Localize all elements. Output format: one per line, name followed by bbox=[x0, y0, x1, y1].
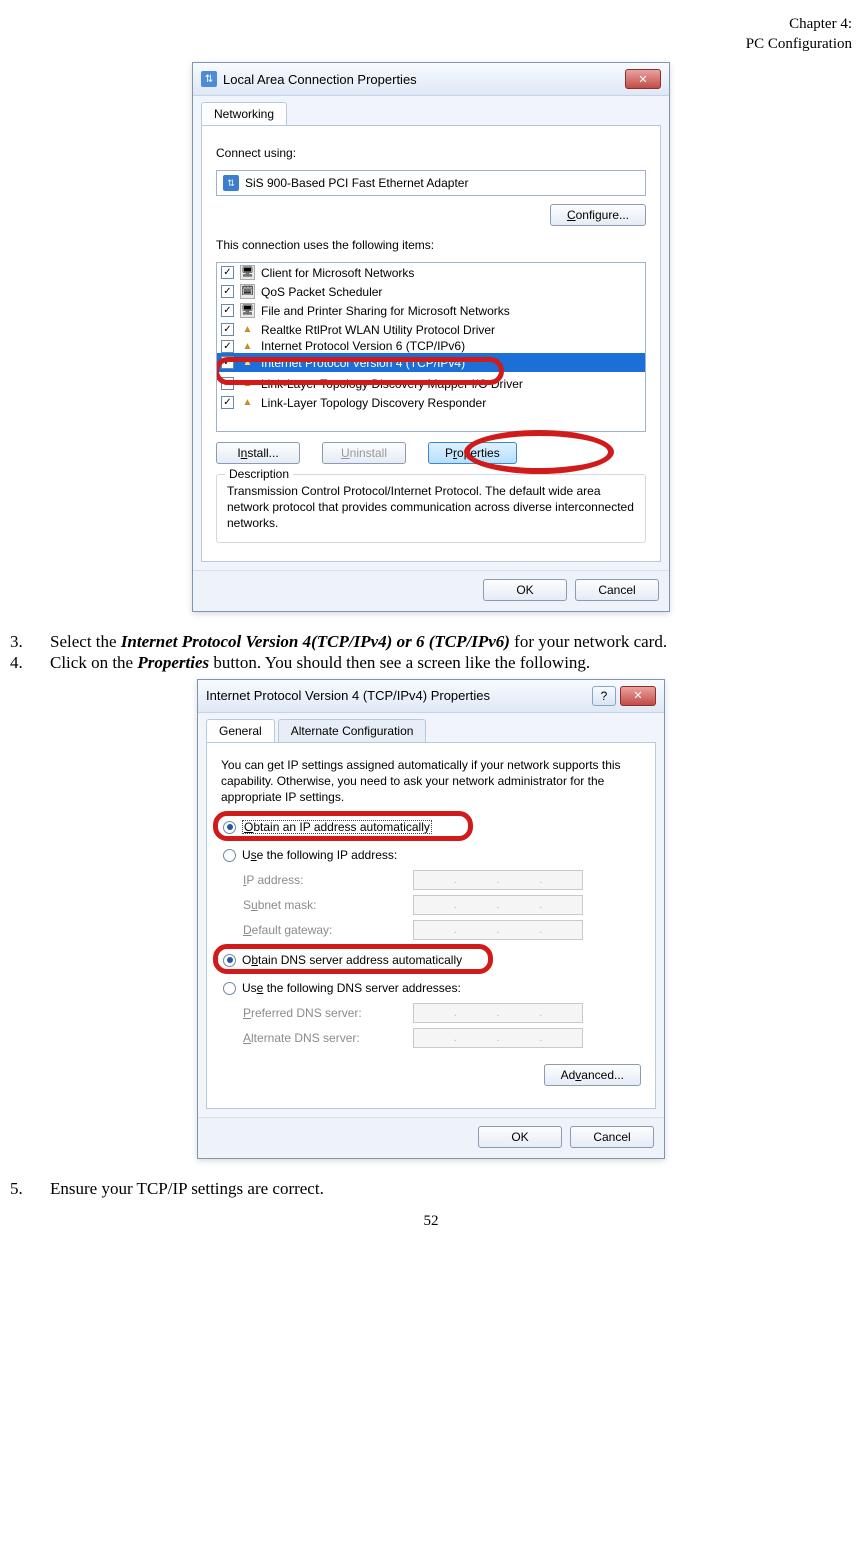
network-icon: ⇅ bbox=[201, 71, 217, 87]
tab-body: Connect using: ⇅ SiS 900-Based PCI Fast … bbox=[201, 125, 661, 562]
checkbox-icon[interactable]: ✓ bbox=[221, 285, 234, 298]
radio-use-dns[interactable]: Use the following DNS server addresses: bbox=[221, 978, 641, 998]
list-item[interactable]: ✓🗓QoS Packet Scheduler bbox=[217, 282, 645, 301]
cancel-button[interactable]: Cancel bbox=[570, 1126, 654, 1148]
checkbox-icon[interactable]: ✓ bbox=[221, 396, 234, 409]
protocol-icon: ▲ bbox=[240, 355, 255, 370]
step-number: 4. bbox=[10, 653, 50, 673]
list-item[interactable]: ✓🖥Client for Microsoft Networks bbox=[217, 263, 645, 282]
adapter-field[interactable]: ⇅ SiS 900-Based PCI Fast Ethernet Adapte… bbox=[216, 170, 646, 196]
tab-general[interactable]: General bbox=[206, 719, 275, 742]
dialog-title: Local Area Connection Properties bbox=[223, 72, 625, 87]
configure-button[interactable]: Configure... bbox=[550, 204, 646, 226]
protocol-icon: ▲ bbox=[240, 322, 255, 337]
ip-field: ... bbox=[413, 1003, 583, 1023]
step-5-text: Ensure your TCP/IP settings are correct. bbox=[50, 1179, 852, 1199]
list-item[interactable]: ✓▲Link-Layer Topology Discovery Mapper I… bbox=[217, 374, 645, 393]
ok-button[interactable]: OK bbox=[483, 579, 567, 601]
step-4-text: Click on the Properties button. You shou… bbox=[50, 653, 852, 673]
description-text: Transmission Control Protocol/Internet P… bbox=[227, 483, 635, 532]
checkbox-icon[interactable]: ✓ bbox=[221, 340, 234, 353]
list-item[interactable]: ✓▲Link-Layer Topology Discovery Responde… bbox=[217, 393, 645, 412]
intro-text: You can get IP settings assigned automat… bbox=[221, 757, 641, 806]
uninstall-button: Uninstall bbox=[322, 442, 406, 464]
titlebar: Internet Protocol Version 4 (TCP/IPv4) P… bbox=[198, 680, 664, 713]
list-item[interactable]: ✓▲Internet Protocol Version 6 (TCP/IPv6) bbox=[217, 339, 645, 353]
fileshare-icon: 🖥 bbox=[240, 303, 255, 318]
lan-properties-dialog: ⇅ Local Area Connection Properties ✕ Net… bbox=[192, 62, 670, 612]
description-label: Description bbox=[225, 467, 293, 481]
header-line-1: Chapter 4: bbox=[10, 15, 852, 35]
subnet-mask-row: Subnet mask:... bbox=[243, 895, 641, 915]
step-3-text: Select the Internet Protocol Version 4(T… bbox=[50, 632, 852, 652]
radio-icon bbox=[223, 982, 236, 995]
radio-icon bbox=[223, 821, 236, 834]
step-number: 3. bbox=[10, 632, 50, 652]
ip-field: ... bbox=[413, 1028, 583, 1048]
checkbox-icon[interactable]: ✓ bbox=[221, 323, 234, 336]
close-button[interactable]: ✕ bbox=[620, 686, 656, 706]
ip-field: ... bbox=[413, 920, 583, 940]
instruction-list: 5. Ensure your TCP/IP settings are corre… bbox=[10, 1179, 852, 1199]
protocol-icon: ▲ bbox=[240, 395, 255, 410]
radio-icon bbox=[223, 954, 236, 967]
step-number: 5. bbox=[10, 1179, 50, 1199]
install-button[interactable]: Install... bbox=[216, 442, 300, 464]
adapter-name: SiS 900-Based PCI Fast Ethernet Adapter bbox=[245, 176, 468, 190]
items-label: This connection uses the following items… bbox=[216, 238, 646, 252]
tabstrip: General Alternate Configuration bbox=[198, 713, 664, 742]
dialog-footer: OK Cancel bbox=[198, 1117, 664, 1158]
description-group: Description Transmission Control Protoco… bbox=[216, 474, 646, 543]
checkbox-icon[interactable]: ✓ bbox=[221, 377, 234, 390]
dialog-title: Internet Protocol Version 4 (TCP/IPv4) P… bbox=[206, 688, 592, 703]
help-button[interactable]: ? bbox=[592, 686, 616, 706]
list-item-selected[interactable]: ✓▲Internet Protocol Version 4 (TCP/IPv4) bbox=[217, 353, 645, 372]
checkbox-icon[interactable]: ✓ bbox=[221, 356, 234, 369]
ok-button[interactable]: OK bbox=[478, 1126, 562, 1148]
ip-field: ... bbox=[413, 895, 583, 915]
tab-body: You can get IP settings assigned automat… bbox=[206, 742, 656, 1110]
list-item[interactable]: ✓🖥File and Printer Sharing for Microsoft… bbox=[217, 301, 645, 320]
qos-icon: 🗓 bbox=[240, 284, 255, 299]
cancel-button[interactable]: Cancel bbox=[575, 579, 659, 601]
advanced-button[interactable]: Advanced... bbox=[544, 1064, 641, 1086]
connect-using-label: Connect using: bbox=[216, 146, 646, 160]
adapter-icon: ⇅ bbox=[223, 175, 239, 191]
preferred-dns-row: Preferred DNS server:... bbox=[243, 1003, 641, 1023]
radio-icon bbox=[223, 849, 236, 862]
checkbox-icon[interactable]: ✓ bbox=[221, 304, 234, 317]
header-line-2: PC Configuration bbox=[10, 35, 852, 55]
ipv4-properties-dialog: Internet Protocol Version 4 (TCP/IPv4) P… bbox=[197, 679, 665, 1160]
radio-obtain-ip-auto[interactable]: Obtain an IP address automatically bbox=[221, 817, 641, 837]
radio-obtain-dns-auto[interactable]: Obtain DNS server address automatically bbox=[221, 950, 641, 970]
ip-address-row: IP address:... bbox=[243, 870, 641, 890]
protocol-icon: ▲ bbox=[240, 376, 255, 391]
default-gateway-row: Default gateway:... bbox=[243, 920, 641, 940]
dialog-footer: OK Cancel bbox=[193, 570, 669, 611]
tab-networking[interactable]: Networking bbox=[201, 102, 287, 125]
button-row: Install... Uninstall Properties bbox=[216, 442, 646, 464]
titlebar: ⇅ Local Area Connection Properties ✕ bbox=[193, 63, 669, 96]
close-button[interactable]: ✕ bbox=[625, 69, 661, 89]
components-listbox[interactable]: ✓🖥Client for Microsoft Networks ✓🗓QoS Pa… bbox=[216, 262, 646, 432]
instruction-list: 3. Select the Internet Protocol Version … bbox=[10, 632, 852, 673]
client-icon: 🖥 bbox=[240, 265, 255, 280]
checkbox-icon[interactable]: ✓ bbox=[221, 266, 234, 279]
protocol-icon: ▲ bbox=[240, 339, 255, 353]
ip-field: ... bbox=[413, 870, 583, 890]
page-header: Chapter 4: PC Configuration bbox=[10, 15, 852, 54]
list-item[interactable]: ✓▲Realtke RtlProt WLAN Utility Protocol … bbox=[217, 320, 645, 339]
radio-use-ip[interactable]: Use the following IP address: bbox=[221, 845, 641, 865]
page-number: 52 bbox=[10, 1213, 852, 1230]
tab-alternate[interactable]: Alternate Configuration bbox=[278, 719, 427, 742]
tabstrip: Networking bbox=[193, 96, 669, 125]
properties-button[interactable]: Properties bbox=[428, 442, 517, 464]
alternate-dns-row: Alternate DNS server:... bbox=[243, 1028, 641, 1048]
